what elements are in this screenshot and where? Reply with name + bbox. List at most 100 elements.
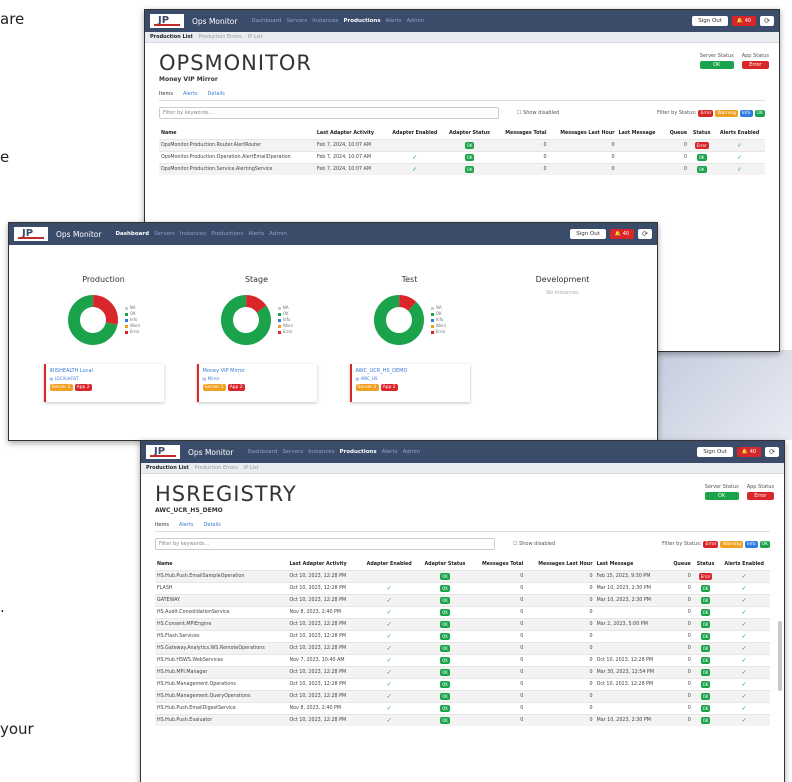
tab-items[interactable]: Items: [155, 522, 169, 528]
column-header[interactable]: Adapter Enabled: [386, 129, 443, 139]
table-row[interactable]: OpsMonitor.Production.Service.AlertingSe…: [159, 162, 765, 175]
tab-alerts[interactable]: Alerts: [183, 91, 198, 97]
column-header[interactable]: Last Message: [595, 560, 668, 570]
table-row[interactable]: GATEWAY Oct 10, 2023, 12:28 PM ✓ OK 0 0 Mar 10…: [155, 593, 770, 607]
column-header[interactable]: Adapter Enabled: [360, 560, 418, 570]
alerts-bell-button[interactable]: 🔔 40: [736, 447, 762, 457]
column-header[interactable]: Adapter Status: [418, 560, 471, 570]
filter-info-pill[interactable]: Info: [744, 540, 758, 548]
column-header[interactable]: Messages Total: [472, 560, 526, 570]
column-header[interactable]: Messages Last Hour: [549, 129, 617, 139]
table-row[interactable]: OpsMonitor.Production.Operation.AlertEma…: [159, 150, 765, 164]
column-header[interactable]: Last Adapter Activity: [315, 129, 386, 139]
nav-productions[interactable]: Productions: [211, 231, 243, 237]
column-header[interactable]: Messages Last Hour: [525, 560, 594, 570]
alerts-bell-button[interactable]: 🔔 40: [731, 16, 757, 26]
nav-dashboard[interactable]: Dashboard: [247, 449, 277, 455]
sign-out-button[interactable]: Sign Out: [697, 447, 733, 457]
filter-warning-pill[interactable]: Warning: [720, 540, 743, 548]
table-row[interactable]: HS.Consent.MPIEngine Oct 10, 2023, 12:28 …: [155, 617, 770, 631]
column-header[interactable]: Alerts Enabled: [718, 560, 770, 570]
nav-dashboard[interactable]: Dashboard: [251, 18, 281, 24]
nav-alerts[interactable]: Alerts: [382, 449, 398, 455]
tab-alerts[interactable]: Alerts: [179, 522, 194, 528]
subnav-production-errors[interactable]: Production Errors: [195, 465, 238, 471]
column-header[interactable]: Status: [689, 129, 714, 139]
nav-dashboard[interactable]: Dashboard: [115, 231, 149, 237]
table-row[interactable]: HS.Hub.Push.EmailDigestService Nov 8, 202…: [155, 701, 770, 715]
tab-items[interactable]: Items: [159, 91, 173, 97]
instance-name-link[interactable]: Money VIP Mirror: [203, 368, 313, 374]
table-row[interactable]: OpsMonitor.Production.Router.AlertRouter…: [159, 138, 765, 152]
table-row[interactable]: HS.Gateway.Analytics.WS.RemoteOperations…: [155, 641, 770, 655]
table-row[interactable]: HS.Hub.MPI.Manager Oct 10, 2023, 12:28 PM…: [155, 665, 770, 679]
nav-servers[interactable]: Servers: [282, 449, 303, 455]
subnav-production-list[interactable]: Production List: [146, 465, 189, 471]
subnav-production-errors[interactable]: Production Errors: [199, 34, 242, 40]
brand[interactable]: Ops Monitor: [14, 227, 109, 241]
subnav-ip-list[interactable]: IP List: [244, 465, 259, 471]
table-row[interactable]: FLASH Oct 10, 2023, 12:28 PM ✓ OK 0 0 Mar 10, …: [155, 581, 770, 595]
nav-productions[interactable]: Productions: [339, 449, 376, 455]
nav-admin[interactable]: Admin: [269, 231, 287, 237]
nav-admin[interactable]: Admin: [407, 18, 425, 24]
table-row[interactable]: HS.Hub.Push.EmailSampleOperation Oct 10, …: [155, 569, 770, 583]
sign-out-button[interactable]: Sign Out: [570, 229, 606, 239]
nav-alerts[interactable]: Alerts: [248, 231, 264, 237]
tab-details[interactable]: Details: [204, 522, 221, 528]
nav-instances[interactable]: Instances: [312, 18, 338, 24]
column-header[interactable]: Alerts Enabled: [714, 129, 765, 139]
table-row[interactable]: HS.Hub.HSWS.WebServices Nov 7, 2023, 10:4…: [155, 653, 770, 667]
nav-alerts[interactable]: Alerts: [386, 18, 402, 24]
brand[interactable]: Ops Monitor: [150, 14, 245, 28]
nav-instances[interactable]: Instances: [180, 231, 206, 237]
tab-details[interactable]: Details: [208, 91, 225, 97]
filter-error-pill[interactable]: Error: [703, 540, 719, 548]
table-row[interactable]: HS.Hub.Management.QueryOperations Oct 10,…: [155, 689, 770, 703]
nav-admin[interactable]: Admin: [403, 449, 421, 455]
column-header[interactable]: Last Adapter Activity: [288, 560, 361, 570]
refresh-icon[interactable]: ⟳: [638, 229, 652, 239]
nav-servers[interactable]: Servers: [154, 231, 175, 237]
filter-input[interactable]: Filter by keywords...: [155, 538, 495, 550]
scrollbar[interactable]: [778, 621, 782, 691]
show-disabled-checkbox[interactable]: ☐ Show disabled: [513, 541, 555, 547]
show-disabled-checkbox[interactable]: ☐ Show disabled: [517, 110, 559, 116]
refresh-icon[interactable]: ⟳: [760, 16, 774, 26]
column-header[interactable]: Name: [159, 129, 315, 139]
table-row[interactable]: HS.Flash.Services Oct 10, 2023, 12:28 PM ✓…: [155, 629, 770, 643]
nav-productions[interactable]: Productions: [343, 18, 380, 24]
alerts-bell-button[interactable]: 🔔 40: [609, 229, 635, 239]
filter-ok-pill[interactable]: OK: [759, 540, 770, 548]
filter-error-pill[interactable]: Error: [698, 109, 714, 117]
column-header[interactable]: Adapter Status: [443, 129, 495, 139]
column-header[interactable]: Queue: [667, 560, 692, 570]
refresh-icon[interactable]: ⟳: [765, 447, 779, 457]
subnav-ip-list[interactable]: IP List: [248, 34, 263, 40]
instance-card[interactable]: Money VIP Mirror ▤ Mirror Server 1 App 2: [196, 364, 317, 402]
column-header[interactable]: Status: [693, 560, 719, 570]
instance-card[interactable]: AWC_UCR_HS_DEMO ▤ AWC_HS Server 1 App 2: [349, 364, 470, 402]
column-header[interactable]: Name: [155, 560, 288, 570]
table-row[interactable]: HS.Audit.ConsolidationService Nov 8, 2023…: [155, 605, 770, 619]
status-badge: OK: [696, 165, 707, 173]
instance-name-link[interactable]: IRISHEALTH Local: [50, 368, 160, 374]
column-header[interactable]: Queue: [664, 129, 689, 139]
status-badge: OK: [440, 620, 450, 628]
instance-name-link[interactable]: AWC_UCR_HS_DEMO: [356, 368, 466, 374]
nav-servers[interactable]: Servers: [286, 18, 307, 24]
table-row[interactable]: HS.Hub.Push.Evaluator Oct 10, 2023, 12:28…: [155, 713, 770, 726]
filter-info-pill[interactable]: Info: [739, 109, 753, 117]
column-header[interactable]: Messages Total: [496, 129, 549, 139]
sign-out-button[interactable]: Sign Out: [692, 16, 728, 26]
nav-instances[interactable]: Instances: [308, 449, 334, 455]
table-row[interactable]: HS.Hub.Management.Operations Oct 10, 2023…: [155, 677, 770, 691]
filter-input[interactable]: Filter by keywords...: [159, 107, 499, 119]
table-cell: 0: [471, 581, 526, 595]
column-header[interactable]: Last Message: [617, 129, 665, 139]
instance-card[interactable]: IRISHEALTH Local ▤ LOCALHOST Server 1 App 2: [43, 364, 164, 402]
filter-ok-pill[interactable]: OK: [754, 109, 765, 117]
subnav-production-list[interactable]: Production List: [150, 34, 193, 40]
brand[interactable]: Ops Monitor: [146, 445, 241, 459]
filter-warning-pill[interactable]: Warning: [715, 109, 738, 117]
